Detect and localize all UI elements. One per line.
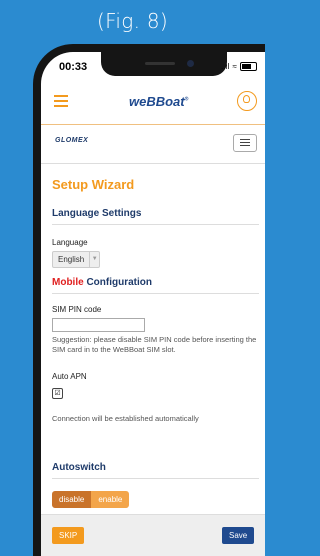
page-title: Setup Wizard	[52, 177, 135, 192]
wizard-footer: SKIP Save	[41, 514, 265, 556]
autoswitch-section-header: Autoswitch	[52, 462, 259, 479]
toggle-disable[interactable]: disable	[52, 491, 92, 508]
status-bar: 00:33 ..ıl ≈	[41, 52, 265, 82]
menu-button[interactable]	[233, 134, 257, 152]
language-select[interactable]: English ▼	[52, 251, 101, 268]
app-header: weBBoat®	[41, 82, 265, 125]
sub-header: GLOMEX	[41, 125, 265, 164]
save-button[interactable]: Save	[222, 527, 255, 544]
sim-pin-label: SIM PIN code	[52, 305, 102, 314]
status-icons: ..ıl ≈	[221, 62, 257, 71]
skip-button[interactable]: SKIP	[52, 527, 85, 544]
battery-icon	[239, 62, 257, 71]
notch	[101, 52, 227, 76]
signal-icon: ..ıl	[221, 62, 230, 71]
sim-pin-input[interactable]	[52, 318, 145, 332]
auto-apn-checkbox[interactable]: ☑	[52, 388, 63, 399]
user-icon[interactable]	[237, 91, 257, 111]
language-label: Language	[52, 238, 88, 247]
camera	[187, 60, 194, 67]
auto-apn-label: Auto APN	[52, 372, 87, 381]
connection-note: Connection will be established automatic…	[52, 414, 199, 423]
wifi-icon: ≈	[232, 62, 237, 71]
language-section-header: Language Settings	[52, 208, 259, 225]
status-time: 00:33	[59, 61, 88, 73]
glomex-logo: GLOMEX	[55, 137, 89, 144]
sim-suggestion: Suggestion: please disable SIM PIN code …	[52, 335, 257, 354]
figure-label: (Fig. 8)	[96, 9, 169, 33]
toggle-enable[interactable]: enable	[91, 491, 130, 508]
phone-screen: 00:33 ..ıl ≈ weBBoat® GLOMEX Setup Wizar…	[41, 52, 265, 556]
language-value: English	[58, 255, 85, 264]
phone-frame: 00:33 ..ıl ≈ weBBoat® GLOMEX Setup Wizar…	[33, 44, 265, 556]
speaker	[145, 62, 175, 65]
hamburger-icon[interactable]	[54, 95, 68, 110]
autoswitch-toggle[interactable]: disable enable	[52, 491, 130, 508]
chevron-down-icon: ▼	[89, 252, 99, 267]
wizard-content: Setup Wizard Language Settings Language …	[52, 163, 259, 508]
webboat-logo: weBBoat®	[129, 94, 189, 109]
mobile-section-header: Mobile Configuration	[52, 277, 259, 294]
